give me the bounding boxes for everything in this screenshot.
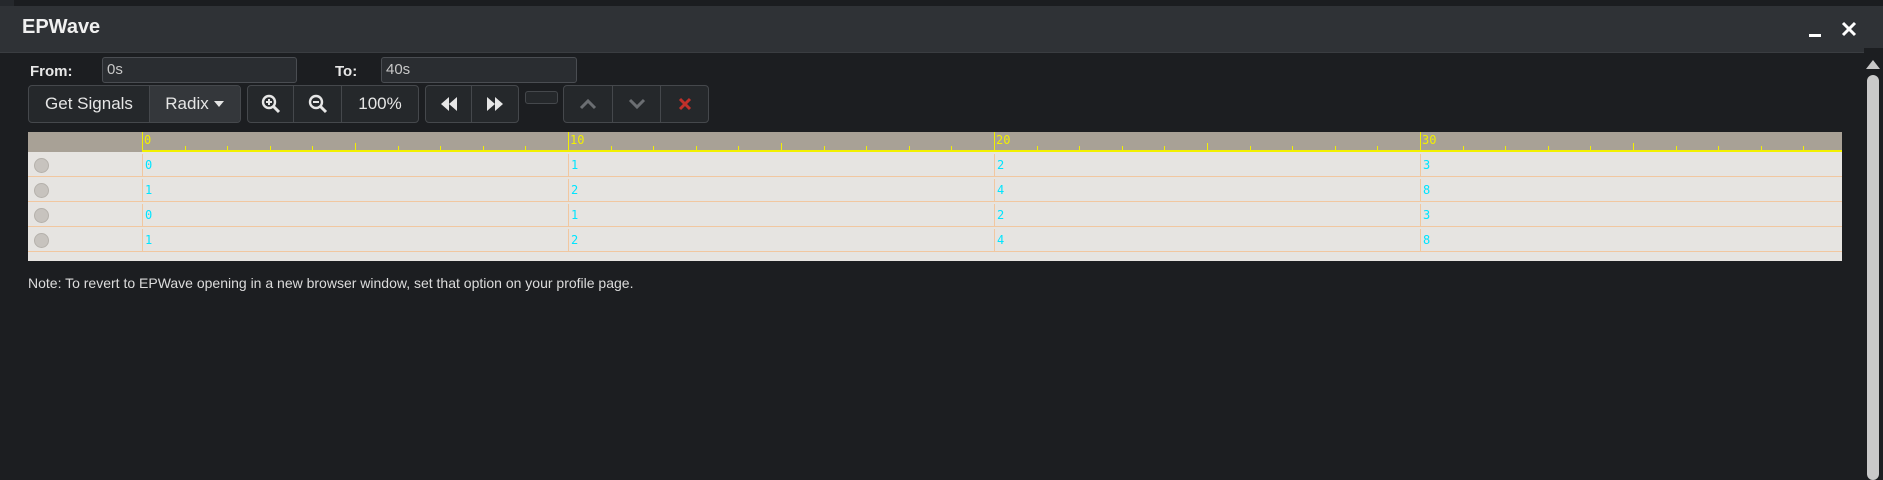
- signal-value: 2: [997, 208, 1005, 222]
- from-input[interactable]: 0s: [102, 57, 297, 83]
- remove-signal-button[interactable]: [661, 86, 708, 122]
- signal-value: 2: [571, 183, 579, 197]
- ruler-tick-label: 30: [1422, 133, 1437, 147]
- signal-value-cell: 8: [1420, 229, 1842, 251]
- signal-row[interactable]: 1 2 4 8: [28, 229, 1842, 252]
- signal-value: 8: [1423, 233, 1431, 247]
- signal-value-cell: 3: [1420, 204, 1842, 226]
- signal-edit-button-group: [563, 85, 709, 123]
- signal-value: 2: [571, 233, 579, 247]
- note-text: Note: To revert to EPWave opening in a n…: [28, 275, 634, 291]
- close-icon: [678, 97, 691, 111]
- signal-value-cell: 2: [994, 204, 1420, 226]
- minimize-icon: [1809, 34, 1821, 37]
- signal-value: 8: [1423, 183, 1431, 197]
- drag-handle-icon[interactable]: [34, 208, 49, 223]
- caret-down-icon: [213, 101, 224, 107]
- signal-value: 3: [1423, 208, 1431, 222]
- signals-button-group: Get Signals Radix: [28, 85, 241, 123]
- scrollbar-thumb[interactable]: [1867, 75, 1879, 480]
- ruler-major-tick: [994, 132, 995, 152]
- signal-value: 0: [145, 158, 153, 172]
- get-signals-button[interactable]: Get Signals: [29, 86, 150, 122]
- zoom-out-icon: [308, 94, 327, 114]
- signal-value: 4: [997, 183, 1005, 197]
- drag-handle-icon[interactable]: [34, 183, 49, 198]
- signal-value: 3: [1423, 158, 1431, 172]
- signal-value: 4: [997, 233, 1005, 247]
- radix-label: Radix: [165, 94, 209, 113]
- radix-button[interactable]: Radix: [150, 86, 240, 122]
- signal-value-cell: 2: [568, 229, 994, 251]
- waveform-viewer[interactable]: 0 10 20 30 0 1 2 3 1 2 4 8 0 1 2 3 1 2 4 8: [28, 132, 1842, 261]
- get-signals-label: Get Signals: [45, 94, 133, 113]
- ruler-baseline: [142, 150, 1842, 152]
- signal-value-cell: 0: [142, 204, 568, 226]
- zoom-level-button[interactable]: 100%: [342, 86, 418, 122]
- close-icon: [1841, 21, 1857, 37]
- to-input[interactable]: 40s: [381, 57, 577, 83]
- ruler-major-tick: [568, 132, 569, 152]
- zoom-out-button[interactable]: [294, 86, 342, 122]
- signal-value: 1: [145, 233, 153, 247]
- ruler-ticks: 0 10 20 30: [142, 132, 1842, 152]
- zoom-button-group: 100%: [247, 85, 419, 123]
- signal-value-cell: 1: [142, 229, 568, 251]
- move-down-button[interactable]: [613, 86, 661, 122]
- signal-value-cell: 0: [142, 154, 568, 176]
- from-label: From:: [30, 63, 73, 80]
- signal-row[interactable]: 0 1 2 3: [28, 154, 1842, 177]
- drag-handle-icon[interactable]: [34, 158, 49, 173]
- ruler-tick-label: 20: [996, 133, 1011, 147]
- signal-value-cell: 1: [142, 179, 568, 201]
- ruler-tick-label: 0: [144, 133, 152, 147]
- zoom-in-icon: [261, 94, 280, 114]
- rewind-icon: [440, 97, 457, 111]
- navigation-button-group: [425, 85, 519, 123]
- signal-row[interactable]: 0 1 2 3: [28, 204, 1842, 227]
- signal-value: 1: [571, 158, 579, 172]
- scroll-up-icon[interactable]: [1866, 60, 1880, 69]
- signal-value-cell: 4: [994, 229, 1420, 251]
- signal-value-cell: 4: [994, 179, 1420, 201]
- drag-handle-icon[interactable]: [34, 233, 49, 248]
- ruler-major-tick: [1420, 132, 1421, 152]
- chevron-up-icon: [579, 98, 597, 110]
- zoom-in-button[interactable]: [248, 86, 294, 122]
- signal-value-cell: 2: [568, 179, 994, 201]
- chevron-down-icon: [628, 98, 645, 110]
- signal-value-cell: 8: [1420, 179, 1842, 201]
- ruler-tick-label: 10: [570, 133, 585, 147]
- signal-value-cell: 2: [994, 154, 1420, 176]
- signal-value-cell: 1: [568, 204, 994, 226]
- signal-value: 1: [145, 183, 153, 197]
- minimize-button[interactable]: [1802, 16, 1828, 42]
- signal-value: 0: [145, 208, 153, 222]
- signal-value-cell: 3: [1420, 154, 1842, 176]
- to-label: To:: [335, 63, 358, 80]
- ruler-major-tick: [142, 132, 143, 152]
- signal-value-cell: 1: [568, 154, 994, 176]
- rewind-button[interactable]: [426, 86, 472, 122]
- window-title: EPWave: [22, 16, 101, 38]
- signal-value: 2: [997, 158, 1005, 172]
- move-up-button[interactable]: [564, 86, 613, 122]
- fast-forward-icon: [487, 97, 503, 111]
- title-bar: EPWave: [0, 6, 1883, 53]
- signal-row[interactable]: 1 2 4 8: [28, 179, 1842, 202]
- time-ruler: 0 10 20 30: [28, 132, 1842, 152]
- blank-button[interactable]: [525, 91, 558, 104]
- signal-value: 1: [571, 208, 579, 222]
- close-window-button[interactable]: [1836, 16, 1862, 42]
- zoom-level-label: 100%: [358, 94, 402, 113]
- fast-forward-button[interactable]: [472, 86, 518, 122]
